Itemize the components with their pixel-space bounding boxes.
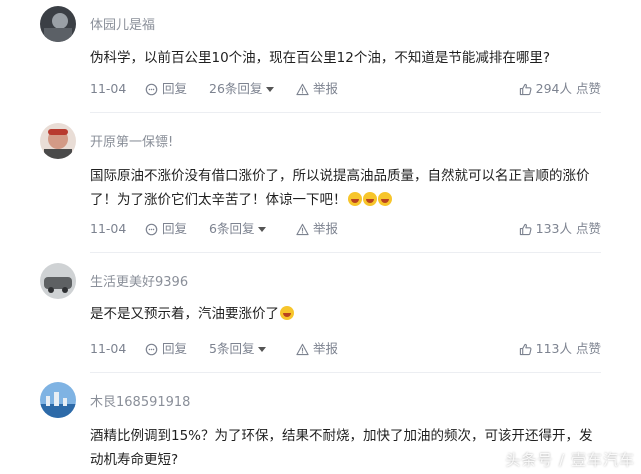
laughing-emoji-icon <box>347 192 362 206</box>
warning-icon <box>296 83 309 95</box>
report-button[interactable]: 举报 <box>296 219 338 239</box>
divider <box>90 252 601 253</box>
username[interactable]: 体园儿是福 <box>90 14 155 33</box>
username[interactable]: 开原第一保镖! <box>90 131 173 150</box>
divider <box>90 112 601 113</box>
replies-count: 26条回复 <box>209 81 263 96</box>
divider <box>90 372 601 373</box>
reply-label: 回复 <box>162 221 188 236</box>
thumbs-up-icon <box>519 343 532 355</box>
comment-icon <box>145 343 158 355</box>
report-button[interactable]: 举报 <box>296 79 338 99</box>
report-label: 举报 <box>313 221 339 236</box>
comment-text: 国际原油不涨价没有借口涨价了，所以说提高油品质量，自然就可以名正言顺的涨价了！为… <box>90 164 610 212</box>
like-button[interactable]: 294人 点赞 <box>519 79 601 99</box>
thumbs-up-icon <box>519 223 532 235</box>
caret-down-icon <box>266 87 275 92</box>
comment-actions: 11-04 回复 26条回复 举报 294人 点赞 <box>90 79 601 99</box>
comment-text: 是不是又预示着，汽油要涨价了 <box>90 302 610 326</box>
laughing-emoji-icon <box>280 306 294 320</box>
comment-text: 伪科学，以前百公里10个油，现在百公里12个油，不知道是节能减排在哪里? <box>90 50 551 66</box>
comment-icon <box>145 83 158 95</box>
report-label: 举报 <box>313 81 339 96</box>
comment-date: 11-04 <box>90 81 127 96</box>
comment-date: 11-04 <box>90 221 127 236</box>
comment-actions: 11-04 回复 6条回复 举报 133人 点赞 <box>90 219 601 239</box>
like-button[interactable]: 133人 点赞 <box>519 219 601 239</box>
report-button[interactable]: 举报 <box>296 339 338 359</box>
comment-text-body: 是不是又预示着，汽油要涨价了 <box>90 306 279 322</box>
thumbs-up-icon <box>519 83 532 95</box>
replies-toggle[interactable]: 5条回复 <box>209 339 267 359</box>
reply-label: 回复 <box>162 81 188 96</box>
like-count: 133人 点赞 <box>535 221 601 236</box>
caret-down-icon <box>258 227 267 232</box>
reply-button[interactable]: 回复 <box>145 219 187 239</box>
replies-count: 6条回复 <box>209 221 255 236</box>
username[interactable]: 生活更美好9396 <box>90 271 188 290</box>
like-count: 113人 点赞 <box>535 341 601 356</box>
laughing-emoji-icon <box>377 192 392 206</box>
watermark: 头条号 / 壹车汽车 <box>505 451 635 469</box>
warning-icon <box>296 223 309 235</box>
report-label: 举报 <box>313 341 339 356</box>
username[interactable]: 木艮168591918 <box>90 391 190 410</box>
like-count: 294人 点赞 <box>535 81 601 96</box>
replies-toggle[interactable]: 6条回复 <box>209 219 267 239</box>
warning-icon <box>296 343 309 355</box>
caret-down-icon <box>258 347 267 352</box>
comment-date: 11-04 <box>90 341 127 356</box>
reply-button[interactable]: 回复 <box>145 339 187 359</box>
avatar[interactable] <box>40 263 76 299</box>
avatar[interactable] <box>40 123 76 159</box>
replies-count: 5条回复 <box>209 341 255 356</box>
avatar[interactable] <box>40 6 76 42</box>
avatar[interactable] <box>40 382 76 418</box>
replies-toggle[interactable]: 26条回复 <box>209 79 275 99</box>
comment-text-body: 国际原油不涨价没有借口涨价了，所以说提高油品质量，自然就可以名正言顺的涨价了！为… <box>90 168 590 208</box>
comment-actions: 11-04 回复 5条回复 举报 113人 点赞 <box>90 339 601 359</box>
reply-button[interactable]: 回复 <box>145 79 187 99</box>
comment-icon <box>145 223 158 235</box>
laughing-emoji-icon <box>362 192 377 206</box>
like-button[interactable]: 113人 点赞 <box>519 339 601 359</box>
reply-label: 回复 <box>162 341 188 356</box>
